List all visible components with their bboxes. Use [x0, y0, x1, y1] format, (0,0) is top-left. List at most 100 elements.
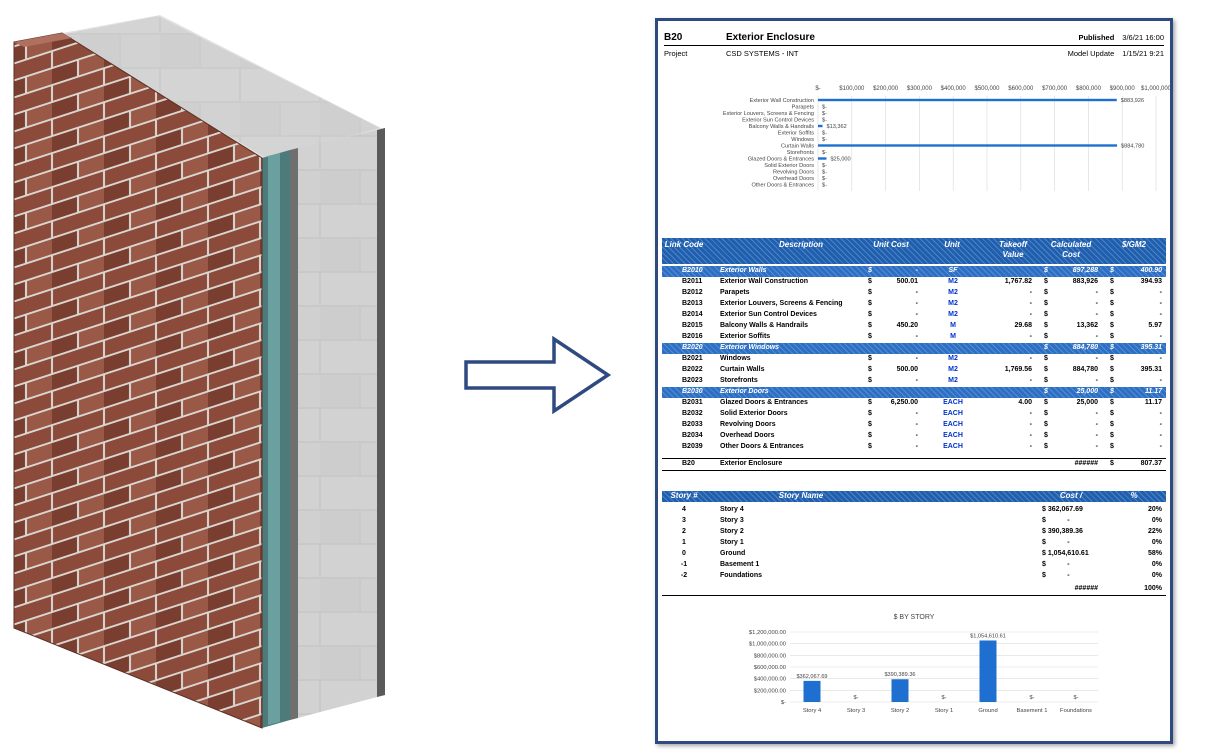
- chart1-x-tick: $600,000: [1008, 86, 1034, 92]
- story-cost: $ 390,389.36: [1042, 528, 1083, 535]
- story-name: Story 1: [720, 539, 744, 546]
- row-description: Solid Exterior Doors: [720, 410, 788, 417]
- story-cost: $ 1,054,610.61: [1042, 550, 1089, 557]
- story-pct: 0%: [1151, 561, 1162, 568]
- row-gm2-currency: $: [1110, 388, 1114, 395]
- story-table-row: 0 Ground $ 1,054,610.61 58%: [662, 549, 1166, 560]
- cost-table-row: B2015 Balcony Walls & Handrails $450.20 M 29…: [662, 321, 1166, 332]
- chart1-category-label: Balcony Walls & Handrails: [749, 124, 815, 130]
- row-unit: M2: [948, 311, 958, 318]
- row-takeoff: -: [1029, 311, 1032, 318]
- row-takeoff: 1,767.82: [1004, 278, 1032, 285]
- row-description: Overhead Doors: [720, 432, 775, 439]
- cost-table-row: B2039 Other Doors & Entrances $ - EACH - $ - $ -: [662, 442, 1166, 453]
- col-takeoff-value: Value: [1002, 250, 1024, 259]
- row-unit-cost-currency: $: [868, 311, 872, 318]
- story-pct: 58%: [1147, 550, 1162, 557]
- row-unit-cost: -: [915, 333, 918, 340]
- story-num: 1: [682, 539, 686, 546]
- cost-table-row: B2034 Overhead Doors $ - EACH - $ - $ -: [662, 431, 1166, 442]
- story-name: Story 2: [720, 528, 744, 535]
- row-calc: 25,000: [1076, 399, 1098, 406]
- row-calc: -: [1095, 289, 1098, 296]
- story-pct: 0%: [1151, 539, 1162, 546]
- row-calc: 897,288: [1072, 267, 1098, 274]
- model-update-label: Model Update: [1067, 49, 1115, 58]
- chart2-category-label: Story 2: [891, 708, 909, 714]
- story-cost: $ -: [1042, 539, 1070, 546]
- chart1-category-label: Curtain Walls: [781, 144, 814, 150]
- row-calc: -: [1095, 300, 1098, 307]
- row-unit-cost: -: [915, 355, 918, 362]
- story-name: Ground: [720, 550, 746, 557]
- row-unit-cost: -: [915, 289, 918, 296]
- story-table-total-row: ###### 100%: [662, 584, 1166, 596]
- chart1-category-label: Parapets: [792, 105, 815, 111]
- chart1-data-label: $883,926: [1121, 98, 1144, 104]
- row-gm2: 11.17: [1144, 399, 1162, 406]
- chart2-bar: [979, 640, 997, 702]
- cost-table-row: B2016 Exterior Soffits $ - M - $ - $ -: [662, 332, 1166, 343]
- published-label: Published: [1078, 33, 1115, 42]
- row-code: B2016: [682, 333, 703, 340]
- row-code: B2010: [682, 267, 703, 274]
- project-label: Project: [664, 49, 688, 58]
- row-unit: M2: [948, 355, 958, 362]
- row-unit-cost: 500.00: [896, 366, 918, 373]
- row-unit-cost-currency: $: [868, 322, 872, 329]
- col-gm2: $/GM2: [1121, 240, 1146, 249]
- row-unit: EACH: [943, 421, 963, 428]
- row-gm2-currency: $: [1110, 289, 1114, 296]
- cost-table-total-row: B20 Exterior Enclosure ###### $ 807.37: [662, 458, 1166, 471]
- row-gm2-currency: $: [1110, 355, 1114, 362]
- row-gm2: -: [1159, 421, 1162, 428]
- story-pct: 22%: [1147, 528, 1162, 535]
- chart1-bar: [818, 157, 827, 160]
- col-cost: Cost: [1062, 250, 1080, 259]
- row-gm2: -: [1159, 289, 1162, 296]
- chart1-x-tick: $400,000: [941, 86, 967, 92]
- row-gm2: -: [1159, 410, 1162, 417]
- chart2-category-label: Story 4: [803, 708, 822, 714]
- row-unit-cost-currency: $: [868, 432, 872, 439]
- chart1-data-label: $25,000: [830, 157, 850, 163]
- row-gm2-currency: $: [1110, 311, 1114, 318]
- col-link-code: Link Code: [664, 240, 704, 249]
- row-takeoff: -: [1029, 289, 1032, 296]
- row-description: Storefronts: [720, 377, 758, 384]
- cost-table-row: B2011 Exterior Wall Construction $500.01 M2…: [662, 277, 1166, 288]
- row-unit-cost-currency: $: [868, 278, 872, 285]
- row-unit-cost-currency: $: [868, 289, 872, 296]
- row-unit: M2: [948, 377, 958, 384]
- row-calc-currency: $: [1044, 432, 1048, 439]
- cost-table-header: Link Code Description Unit Cost Unit Tak…: [662, 238, 1166, 264]
- chart1-bar: [818, 98, 1117, 102]
- row-unit: M2: [948, 289, 958, 296]
- chart2-data-label: $1,054,610.61: [970, 633, 1006, 639]
- chart2-bar: [803, 680, 821, 702]
- model-update-value: 1/15/21 9:21: [1122, 49, 1164, 58]
- row-takeoff: 4.00: [1018, 399, 1032, 406]
- row-gm2: 395.31: [1140, 366, 1162, 373]
- row-unit-cost-currency: $: [868, 421, 872, 428]
- row-code: B2011: [682, 278, 703, 285]
- chart2-y-tick: $200,000.00: [754, 688, 786, 694]
- row-unit-cost: -: [915, 300, 918, 307]
- cost-table-row: B2012 Parapets $ - M2 - $ - $ -: [662, 288, 1166, 299]
- row-unit-cost: -: [915, 421, 918, 428]
- chart1-category-label: Exterior Louvers, Screens & Fencing: [723, 111, 814, 117]
- row-description: Exterior Walls: [720, 267, 767, 274]
- row-calc-currency: $: [1044, 399, 1048, 406]
- row-calc: -: [1095, 421, 1098, 428]
- row-unit-cost: 450.20: [896, 322, 918, 329]
- row-gm2: -: [1159, 443, 1162, 450]
- row-description: Other Doors & Entrances: [720, 443, 804, 450]
- row-gm2-currency: $: [1110, 366, 1114, 373]
- cost-group-row: B2020 Exterior Windows $884,780 $395.31: [662, 343, 1166, 354]
- row-calc: -: [1095, 377, 1098, 384]
- row-code: B2015: [682, 322, 703, 329]
- story-pct: 20%: [1147, 506, 1162, 513]
- chart1-x-tick: $300,000: [907, 86, 933, 92]
- chart1-bar: [818, 144, 1118, 147]
- row-gm2-currency: $: [1110, 432, 1114, 439]
